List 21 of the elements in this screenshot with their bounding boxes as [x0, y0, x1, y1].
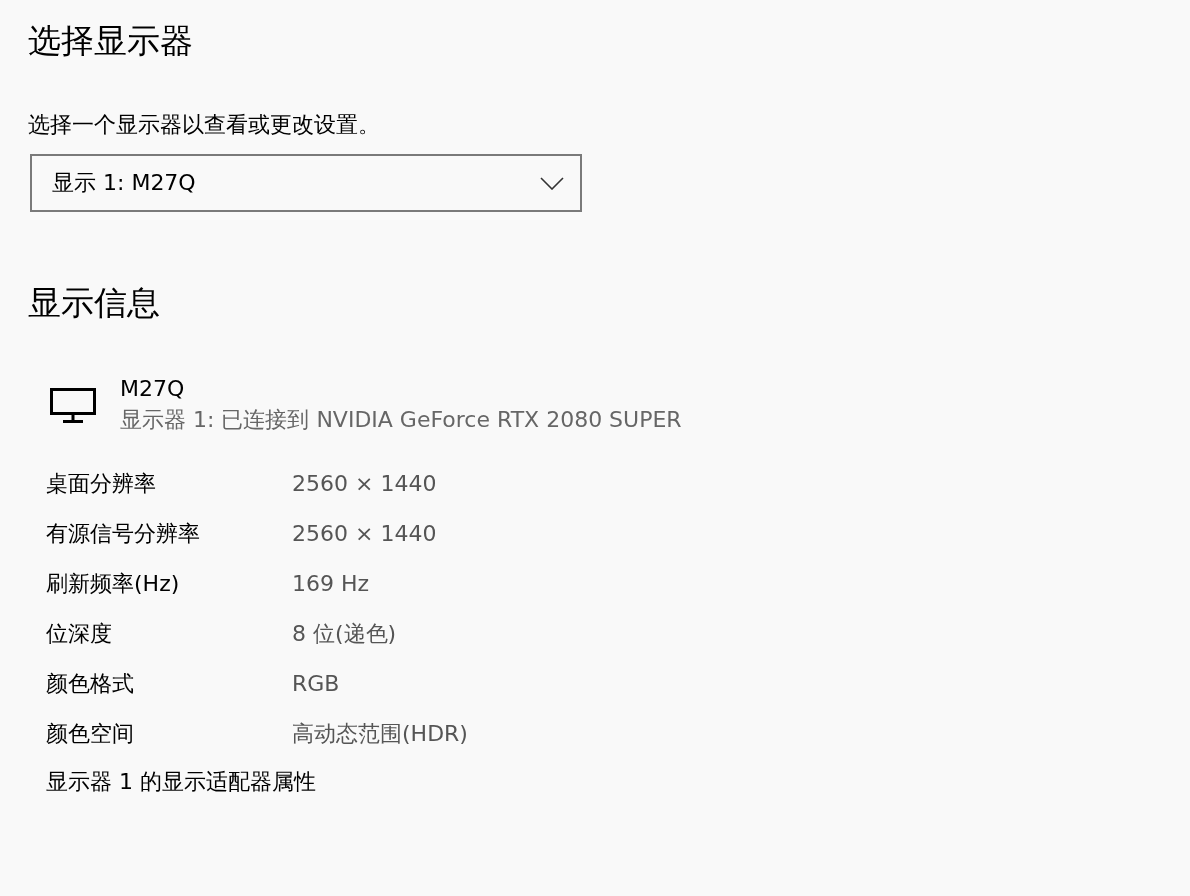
- property-label: 位深度: [46, 620, 113, 648]
- property-label: 刷新频率(Hz): [46, 570, 181, 598]
- monitor-description: 显示器 1: 已连接到 NVIDIA GeForce RTX 2080 SUPER: [120, 406, 682, 434]
- section-title: 显示信息: [28, 282, 160, 324]
- monitor-name: M27Q: [120, 376, 186, 401]
- property-value: 高动态范围(HDR): [292, 720, 468, 748]
- property-value: 169 Hz: [292, 570, 371, 598]
- property-label: 颜色空间: [46, 720, 135, 748]
- display-dropdown[interactable]: 显示 1: M27Q: [30, 154, 582, 212]
- chevron-down-icon: [540, 176, 564, 190]
- page-title: 选择显示器: [28, 20, 193, 62]
- instruction-text: 选择一个显示器以查看或更改设置。: [28, 111, 380, 139]
- property-value: 2560 × 1440: [292, 520, 438, 548]
- monitor-icon: [50, 388, 96, 424]
- property-value: 8 位(递色): [292, 620, 398, 648]
- property-label: 有源信号分辨率: [46, 520, 201, 548]
- property-label: 颜色格式: [46, 670, 135, 698]
- property-value: RGB: [292, 670, 341, 698]
- property-label: 桌面分辨率: [46, 470, 157, 498]
- adapter-properties-link[interactable]: 显示器 1 的显示适配器属性: [46, 767, 316, 797]
- property-value: 2560 × 1440: [292, 470, 438, 498]
